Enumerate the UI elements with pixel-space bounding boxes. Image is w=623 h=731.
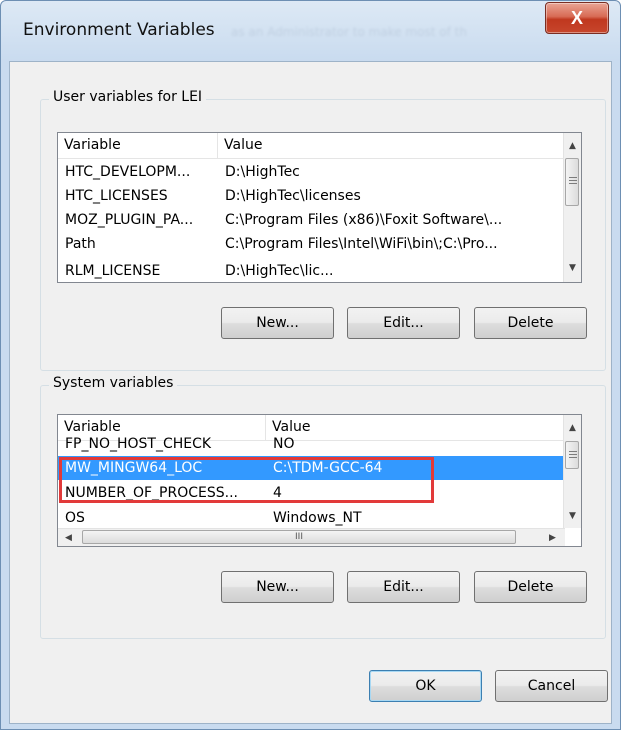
- system-variables-group: System variables Variable Value FP_NO_HO…: [40, 375, 606, 639]
- variable-name: HTC_DEVELOPM...: [65, 164, 191, 180]
- scroll-up-icon[interactable]: ▲: [564, 137, 581, 154]
- variable-name: MW_MINGW64_LOC: [65, 460, 203, 476]
- variable-value: NO: [273, 436, 295, 452]
- system-variables-list[interactable]: Variable Value FP_NO_HOST_CHECK NO MW_MI…: [57, 414, 582, 547]
- scrollbar-thumb[interactable]: [565, 441, 579, 469]
- background-window-text: as an Administrator to make most of th: [231, 25, 467, 39]
- list-item[interactable]: Path C:\Program Files\Intel\WiFi\bin\;C:…: [58, 232, 565, 256]
- variable-value: 4: [273, 485, 282, 501]
- close-icon: X: [570, 7, 583, 28]
- list-item[interactable]: HTC_LICENSES D:\HighTec\licenses: [58, 184, 565, 208]
- user-new-button[interactable]: New...: [221, 307, 334, 339]
- list-item[interactable]: MOZ_PLUGIN_PA... C:\Program Files (x86)\…: [58, 208, 565, 232]
- variable-value: C:\Program Files (x86)\Foxit Software\..…: [225, 212, 503, 228]
- ok-button[interactable]: OK: [369, 670, 482, 702]
- list-item[interactable]: HTC_DEVELOPM... D:\HighTec: [58, 160, 565, 184]
- variable-value: Windows_NT: [273, 510, 362, 526]
- scrollbar-thumb[interactable]: [565, 158, 579, 206]
- scroll-right-icon[interactable]: ▶: [544, 529, 561, 546]
- variable-name: HTC_LICENSES: [65, 188, 168, 204]
- scroll-down-icon[interactable]: ▼: [564, 259, 581, 276]
- environment-variables-dialog: Environment Variables as an Administrato…: [0, 0, 621, 730]
- variable-name: OS: [65, 510, 85, 526]
- title-bar[interactable]: Environment Variables as an Administrato…: [1, 1, 620, 61]
- variable-value: C:\Program Files\Intel\WiFi\bin\;C:\Pro.…: [225, 236, 498, 252]
- selected-list-item[interactable]: MW_MINGW64_LOC C:\TDM-GCC-64: [58, 456, 565, 480]
- cancel-button[interactable]: Cancel: [495, 670, 608, 702]
- horizontal-scrollbar-thumb[interactable]: III: [82, 530, 516, 544]
- variable-value: D:\HighTec\licenses: [225, 188, 361, 204]
- scroll-left-icon[interactable]: ◀: [60, 529, 77, 546]
- list-item[interactable]: FP_NO_HOST_CHECK NO: [58, 432, 565, 456]
- user-edit-button[interactable]: Edit...: [347, 307, 460, 339]
- vertical-scrollbar[interactable]: ▲ ▼: [563, 415, 581, 528]
- list-item[interactable]: RLM_LICENSE D:\HighTec\lic...: [58, 259, 565, 282]
- user-delete-button[interactable]: Delete: [474, 307, 587, 339]
- column-header-value[interactable]: Value: [218, 133, 565, 158]
- list-item[interactable]: NUMBER_OF_PROCESS... 4: [58, 481, 565, 505]
- scroll-down-icon[interactable]: ▼: [564, 507, 581, 524]
- window-title: Environment Variables: [23, 20, 215, 40]
- system-variables-group-label: System variables: [49, 375, 178, 391]
- variable-value: D:\HighTec\lic...: [225, 263, 334, 279]
- variable-name: RLM_LICENSE: [65, 263, 161, 279]
- list-item[interactable]: OS Windows_NT: [58, 506, 565, 530]
- variable-value: D:\HighTec: [225, 164, 300, 180]
- user-variables-group-label: User variables for LEI: [49, 89, 207, 105]
- system-new-button[interactable]: New...: [221, 571, 334, 603]
- horizontal-scrollbar[interactable]: ◀ III ▶: [58, 528, 565, 546]
- user-variables-list-header: Variable Value: [58, 133, 565, 159]
- variable-name: Path: [65, 236, 96, 252]
- dialog-client-area: User variables for LEI Variable Value HT…: [9, 61, 612, 724]
- variable-value: C:\TDM-GCC-64: [273, 460, 383, 476]
- variable-name: MOZ_PLUGIN_PA...: [65, 212, 194, 228]
- system-edit-button[interactable]: Edit...: [347, 571, 460, 603]
- user-variables-list[interactable]: Variable Value HTC_DEVELOPM... D:\HighTe…: [57, 132, 582, 283]
- user-variables-group: User variables for LEI Variable Value HT…: [40, 89, 606, 371]
- scroll-up-icon[interactable]: ▲: [564, 419, 581, 436]
- column-header-variable[interactable]: Variable: [58, 133, 218, 158]
- system-delete-button[interactable]: Delete: [474, 571, 587, 603]
- vertical-scrollbar[interactable]: ▲ ▼: [563, 133, 581, 282]
- variable-name: FP_NO_HOST_CHECK: [65, 436, 212, 452]
- variable-name: NUMBER_OF_PROCESS...: [65, 485, 238, 501]
- close-button[interactable]: X: [545, 2, 609, 34]
